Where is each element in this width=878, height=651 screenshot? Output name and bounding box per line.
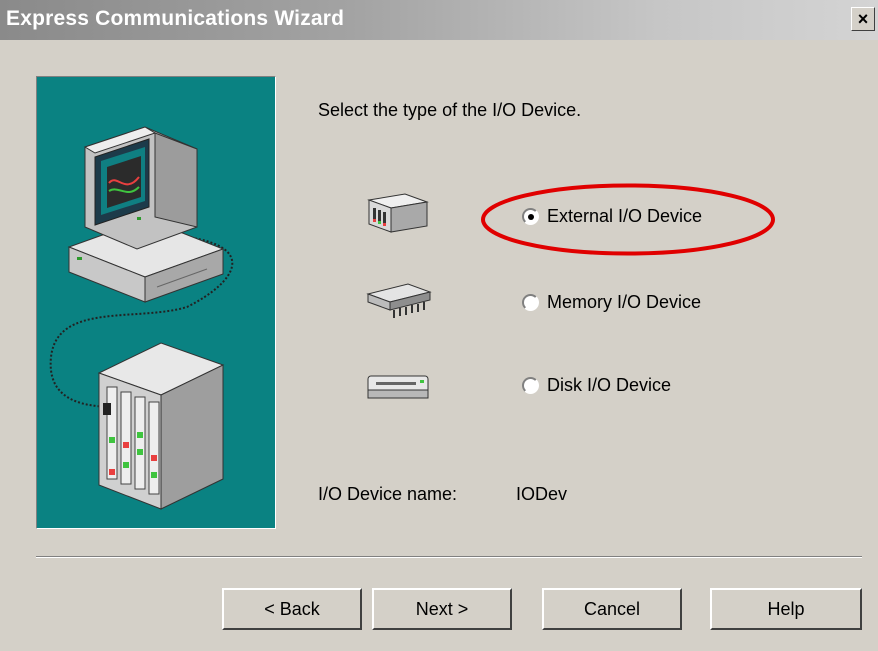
window-title: Express Communications Wizard bbox=[6, 7, 345, 30]
option-memory-io-device[interactable]: Memory I/O Device bbox=[522, 292, 701, 313]
wizard-dialog: Express Communications Wizard × Select t… bbox=[0, 0, 878, 651]
cancel-button[interactable]: Cancel bbox=[542, 588, 682, 630]
close-icon: × bbox=[857, 8, 869, 29]
next-button[interactable]: Next > bbox=[372, 588, 512, 630]
help-button[interactable]: Help bbox=[710, 588, 862, 630]
memory-chip-icon bbox=[362, 278, 434, 327]
prompt-text: Select the type of the I/O Device. bbox=[318, 100, 582, 120]
external-io-device-icon bbox=[365, 190, 431, 241]
wizard-illustration bbox=[36, 76, 276, 529]
close-button[interactable]: × bbox=[851, 7, 875, 31]
option-disk-io-device[interactable]: Disk I/O Device bbox=[522, 375, 671, 396]
separator bbox=[36, 556, 862, 558]
option-label: External I/O Device bbox=[547, 206, 703, 226]
option-label: Memory I/O Device bbox=[547, 292, 702, 312]
radio-memory-io-device[interactable] bbox=[522, 294, 539, 311]
option-label: Disk I/O Device bbox=[547, 375, 672, 395]
back-button[interactable]: < Back bbox=[222, 588, 362, 630]
disk-drive-icon bbox=[364, 370, 434, 409]
radio-external-io-device[interactable] bbox=[522, 208, 539, 225]
title-bar[interactable]: Express Communications Wizard × bbox=[0, 0, 878, 40]
computer-icon bbox=[67, 126, 225, 303]
option-external-io-device[interactable]: External I/O Device bbox=[522, 206, 702, 227]
device-name-value: IODev bbox=[516, 484, 568, 504]
device-name-label: I/O Device name: bbox=[318, 484, 458, 504]
io-rack-icon bbox=[97, 342, 225, 510]
radio-disk-io-device[interactable] bbox=[522, 377, 539, 394]
